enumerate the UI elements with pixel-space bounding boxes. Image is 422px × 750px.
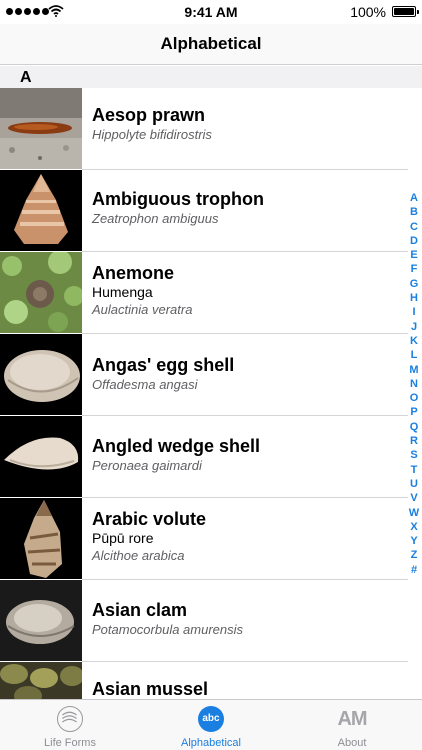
index-letter-f[interactable]: F	[406, 262, 422, 276]
alphabet-index[interactable]: A B C D E F G H I J K L M N O P Q R S T U V W X Y Z #	[406, 191, 422, 577]
navigation-bar: Alphabetical	[0, 24, 422, 65]
index-letter-q[interactable]: Q	[406, 420, 422, 434]
list-item-text: Arabic volute Pūpū rore Alcithoe arabica	[92, 508, 402, 564]
species-scientific-name: Peronaea gaimardi	[92, 458, 202, 473]
status-bar: 9:41 AM 100%	[0, 0, 422, 24]
species-common-name: Humenga	[92, 284, 153, 300]
list-item-aesop-prawn[interactable]: Aesop prawn Hippolyte bifidirostris	[0, 88, 422, 170]
list-item-text: Angas' egg shell Offadesma angasi	[92, 354, 402, 393]
tab-label: Alphabetical	[181, 737, 241, 749]
index-letter-x[interactable]: X	[406, 520, 422, 534]
index-letter-e[interactable]: E	[406, 248, 422, 262]
index-letter-l[interactable]: L	[406, 348, 422, 362]
index-letter-d[interactable]: D	[406, 234, 422, 248]
species-common-name: Pūpū rore	[92, 530, 154, 546]
species-scientific-name: Zeatrophon ambiguus	[92, 211, 219, 226]
section-header: A	[0, 66, 422, 88]
species-name: Arabic volute	[92, 509, 207, 529]
index-letter-a[interactable]: A	[406, 191, 422, 205]
list-item-text: Anemone Humenga Aulactinia veratra	[92, 262, 402, 318]
index-letter-c[interactable]: C	[406, 220, 422, 234]
index-letter-u[interactable]: U	[406, 477, 422, 491]
index-letter-i[interactable]: I	[406, 305, 422, 319]
list-item-text: Asian clam Potamocorbula amurensis	[92, 599, 402, 638]
tab-label: About	[337, 737, 367, 749]
index-letter-j[interactable]: J	[406, 320, 422, 334]
battery-percentage: 100%	[350, 4, 386, 20]
species-scientific-name: Offadesma angasi	[92, 377, 198, 392]
list-item-text: Angled wedge shell Peronaea gaimardi	[92, 435, 402, 474]
species-name: Ambiguous trophon	[92, 189, 264, 209]
index-letter-o[interactable]: O	[406, 391, 422, 405]
index-letter-s[interactable]: S	[406, 448, 422, 462]
list-item-angas-egg-shell[interactable]: Angas' egg shell Offadesma angasi	[0, 334, 422, 416]
index-letter-t[interactable]: T	[406, 463, 422, 477]
abc-icon: abc	[198, 706, 224, 732]
species-name: Aesop prawn	[92, 105, 206, 125]
species-list[interactable]: Aesop prawn Hippolyte bifidirostris Ambi…	[0, 88, 422, 699]
list-item-text: Asian mussel	[92, 678, 402, 699]
tab-alphabetical[interactable]: abc Alphabetical	[141, 700, 281, 750]
species-scientific-name: Aulactinia veratra	[92, 302, 193, 317]
list-item-arabic-volute[interactable]: Arabic volute Pūpū rore Alcithoe arabica	[0, 498, 422, 580]
species-name: Anemone	[92, 263, 175, 283]
index-letter-n[interactable]: N	[406, 377, 422, 391]
index-letter-z[interactable]: Z	[406, 548, 422, 562]
page-title: Alphabetical	[160, 34, 262, 53]
species-thumbnail	[0, 88, 82, 169]
list-item-text: Aesop prawn Hippolyte bifidirostris	[92, 104, 402, 143]
index-letter-v[interactable]: V	[406, 491, 422, 505]
index-letter-p[interactable]: P	[406, 405, 422, 419]
species-scientific-name: Potamocorbula amurensis	[92, 622, 244, 637]
index-letter-g[interactable]: G	[406, 277, 422, 291]
index-letter-k[interactable]: K	[406, 334, 422, 348]
list-item-anemone[interactable]: Anemone Humenga Aulactinia veratra	[0, 252, 422, 334]
tab-about[interactable]: AM About	[282, 700, 422, 750]
index-letter-r[interactable]: R	[406, 434, 422, 448]
species-scientific-name: Hippolyte bifidirostris	[92, 127, 212, 142]
species-thumbnail	[0, 662, 82, 699]
species-scientific-name: Alcithoe arabica	[92, 548, 185, 563]
species-thumbnail	[0, 334, 82, 415]
list-item-asian-clam[interactable]: Asian clam Potamocorbula amurensis	[0, 580, 422, 662]
list-item-angled-wedge-shell[interactable]: Angled wedge shell Peronaea gaimardi	[0, 416, 422, 498]
list-item-text: Ambiguous trophon Zeatrophon ambiguus	[92, 188, 402, 227]
tab-label: Life Forms	[44, 737, 96, 749]
tab-life-forms[interactable]: Life Forms	[0, 700, 140, 750]
index-letter-b[interactable]: B	[406, 205, 422, 219]
tab-bar: Life Forms abc Alphabetical AM About	[0, 699, 422, 750]
battery-icon	[392, 6, 419, 17]
species-name: Angled wedge shell	[92, 436, 261, 456]
species-thumbnail	[0, 416, 82, 497]
species-thumbnail	[0, 170, 82, 251]
species-name: Angas' egg shell	[92, 355, 235, 375]
species-thumbnail	[0, 580, 82, 661]
index-letter-hash[interactable]: #	[406, 563, 422, 577]
index-letter-y[interactable]: Y	[406, 534, 422, 548]
index-letter-m[interactable]: M	[406, 363, 422, 377]
list-item-ambiguous-trophon[interactable]: Ambiguous trophon Zeatrophon ambiguus	[0, 170, 422, 252]
life-forms-icon	[57, 706, 83, 732]
list-item-asian-mussel[interactable]: Asian mussel	[0, 662, 422, 699]
am-logo-icon: AM	[337, 708, 367, 730]
species-thumbnail	[0, 498, 82, 579]
section-letter: A	[20, 69, 32, 86]
species-name: Asian clam	[92, 600, 188, 620]
species-name: Asian mussel	[92, 679, 209, 699]
species-thumbnail	[0, 252, 82, 333]
index-letter-h[interactable]: H	[406, 291, 422, 305]
index-letter-w[interactable]: W	[406, 506, 422, 520]
